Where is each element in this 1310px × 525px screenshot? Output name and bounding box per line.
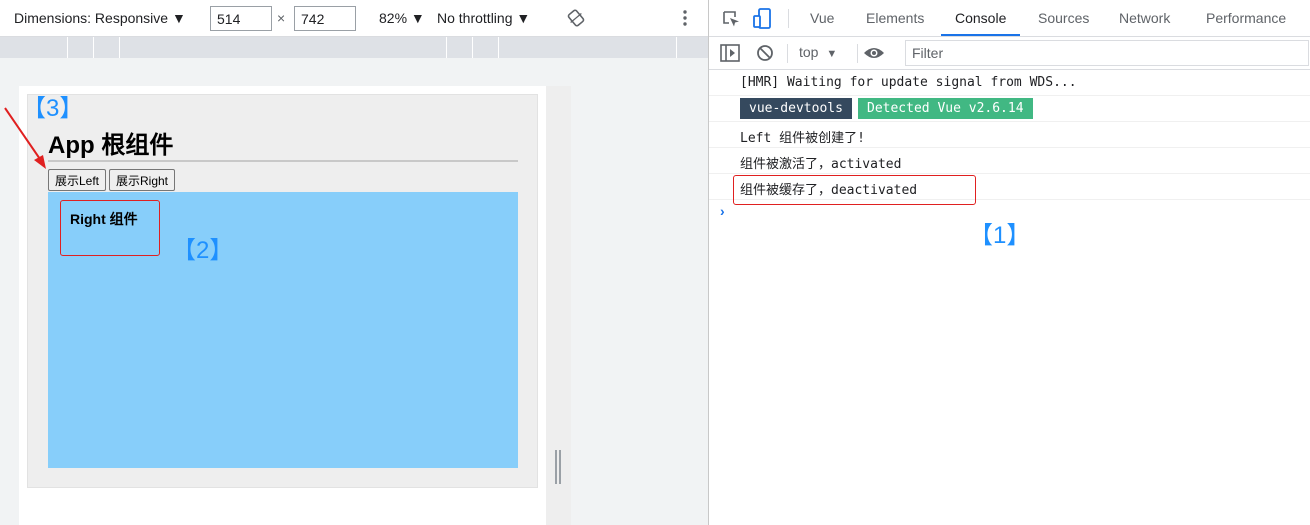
tab-sources[interactable]: Sources: [1024, 0, 1103, 36]
component-container: Right 组件: [48, 192, 518, 468]
ruler-segment[interactable]: [447, 37, 473, 58]
tab-console[interactable]: Console: [941, 0, 1021, 36]
throttling-dropdown[interactable]: No throttling ▼: [437, 10, 530, 26]
red-arrow-icon: [4, 107, 46, 169]
zoom-dropdown[interactable]: 82% ▼: [379, 10, 425, 26]
chevron-down-icon: ▼: [171, 10, 186, 26]
console-message-text: Left 组件被创建了!: [740, 131, 865, 146]
annotation-marker-2: 【2】: [172, 237, 234, 264]
tab-vue[interactable]: Vue: [796, 0, 848, 36]
height-input[interactable]: [294, 6, 356, 31]
console-prompt-icon[interactable]: ›: [720, 203, 725, 219]
dimensions-dropdown[interactable]: Dimensions: Responsive ▼: [14, 10, 186, 26]
throttling-label: No throttling: [437, 10, 513, 26]
page-title: App 根组件: [48, 132, 174, 159]
screenshot-root: Dimensions: Responsive ▼ × 82% ▼ No thro…: [0, 0, 1310, 525]
right-component: Right 组件: [60, 200, 160, 256]
rotate-icon[interactable]: [567, 9, 585, 27]
device-toolbar: Dimensions: Responsive ▼ × 82% ▼ No thro…: [0, 0, 708, 37]
zoom-label: 82%: [379, 10, 408, 26]
context-label: top: [799, 44, 819, 60]
dimensions-label: Dimensions: Responsive: [14, 10, 169, 26]
chevron-down-icon: ▼: [516, 10, 531, 26]
more-options-icon[interactable]: [678, 9, 692, 27]
toolbar-divider: [788, 9, 789, 28]
clear-console-icon[interactable]: [756, 44, 774, 62]
highlight-box: [733, 175, 976, 205]
console-message: vue-devtools Detected Vue v2.6.14: [709, 96, 1310, 122]
width-input[interactable]: [210, 6, 272, 31]
device-toggle-icon[interactable]: [753, 8, 773, 30]
console-message-text: 组件被激活了，activated: [740, 157, 902, 172]
console-message-text: [HMR] Waiting for update signal from WDS…: [740, 75, 1077, 90]
chevron-down-icon: ▼: [410, 10, 425, 26]
tab-network[interactable]: Network: [1105, 0, 1184, 36]
toolbar-divider: [787, 44, 788, 63]
ruler-segment[interactable]: [94, 37, 120, 58]
ruler-segment[interactable]: [473, 37, 499, 58]
console-toolbar: top ▼: [709, 37, 1310, 70]
chevron-down-icon: ▼: [826, 48, 838, 60]
sidebar-toggle-icon[interactable]: [720, 44, 740, 62]
vue-devtools-badge: vue-devtools: [740, 98, 852, 119]
ruler-segment[interactable]: [120, 37, 447, 58]
annotation-marker-1: 【1】: [969, 222, 1031, 249]
tab-elements[interactable]: Elements: [852, 0, 938, 36]
eye-icon[interactable]: [863, 45, 885, 61]
vue-version-badge: Detected Vue v2.6.14: [858, 98, 1033, 119]
emulated-viewport: App 根组件 展示Left 展示Right Right 组件: [19, 86, 546, 525]
devtools-tabbar: Vue Elements Console Sources Network Per…: [709, 0, 1310, 37]
filter-input[interactable]: [905, 40, 1309, 66]
resize-handle[interactable]: [555, 450, 563, 484]
toolbar-divider: [857, 44, 858, 63]
tab-performance[interactable]: Performance: [1192, 0, 1300, 36]
device-emulation-pane: Dimensions: Responsive ▼ × 82% ▼ No thro…: [0, 0, 708, 525]
ruler-segment[interactable]: [0, 37, 68, 58]
console-message: 组件被激活了，activated: [709, 148, 1310, 174]
divider: [48, 160, 518, 162]
console-message: Left 组件被创建了!: [709, 122, 1310, 148]
app-root-component: App 根组件 展示Left 展示Right Right 组件: [27, 94, 538, 488]
media-query-ruler[interactable]: [0, 37, 708, 58]
context-selector[interactable]: top ▼: [799, 44, 837, 60]
inspect-element-icon[interactable]: [721, 9, 741, 29]
ruler-segment[interactable]: [499, 37, 677, 58]
show-right-button[interactable]: 展示Right: [109, 169, 176, 191]
ruler-segment[interactable]: [68, 37, 94, 58]
devtools-panel: Vue Elements Console Sources Network Per…: [708, 0, 1310, 525]
times-symbol: ×: [277, 10, 286, 26]
console-message: [HMR] Waiting for update signal from WDS…: [709, 70, 1310, 96]
